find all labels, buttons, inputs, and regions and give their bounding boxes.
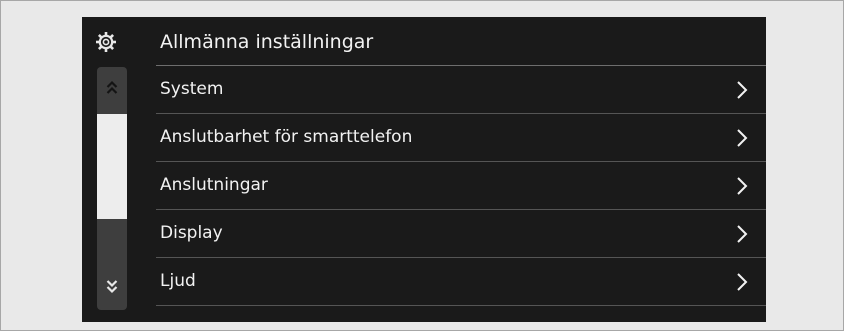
menu-item-smartphone-connectivity[interactable]: Anslutbarhet för smarttelefon xyxy=(156,114,766,162)
menu-item-connections[interactable]: Anslutningar xyxy=(156,162,766,210)
menu-item-sound[interactable]: Ljud xyxy=(156,258,766,306)
infotainment-screen: Allmänna inställningar System Anslutbarh… xyxy=(82,17,766,322)
settings-list: System Anslutbarhet för smarttelefon Ans… xyxy=(156,66,766,306)
menu-item-system[interactable]: System xyxy=(156,66,766,114)
page-title: Allmänna inställningar xyxy=(160,31,374,53)
menu-item-label: Display xyxy=(160,223,223,243)
double-chevron-down-icon xyxy=(106,280,118,294)
double-chevron-up-icon xyxy=(106,80,118,94)
menu-item-label: Anslutbarhet för smarttelefon xyxy=(160,127,413,147)
chevron-right-icon xyxy=(737,177,748,195)
chevron-right-icon xyxy=(737,129,748,147)
chevron-right-icon xyxy=(737,81,748,99)
chevron-right-icon xyxy=(737,225,748,243)
menu-item-label: Ljud xyxy=(160,271,196,291)
scrollbar-track[interactable] xyxy=(97,219,127,256)
menu-item-display[interactable]: Display xyxy=(156,210,766,258)
screen-header: Allmänna inställningar xyxy=(82,17,766,65)
scroll-up-button[interactable] xyxy=(97,67,127,114)
scroll-down-button[interactable] xyxy=(97,256,127,310)
chevron-right-icon xyxy=(737,273,748,291)
menu-item-label: Anslutningar xyxy=(160,175,268,195)
menu-item-label: System xyxy=(160,79,224,99)
gear-icon xyxy=(96,32,116,52)
scrollbar-thumb[interactable] xyxy=(97,114,127,219)
